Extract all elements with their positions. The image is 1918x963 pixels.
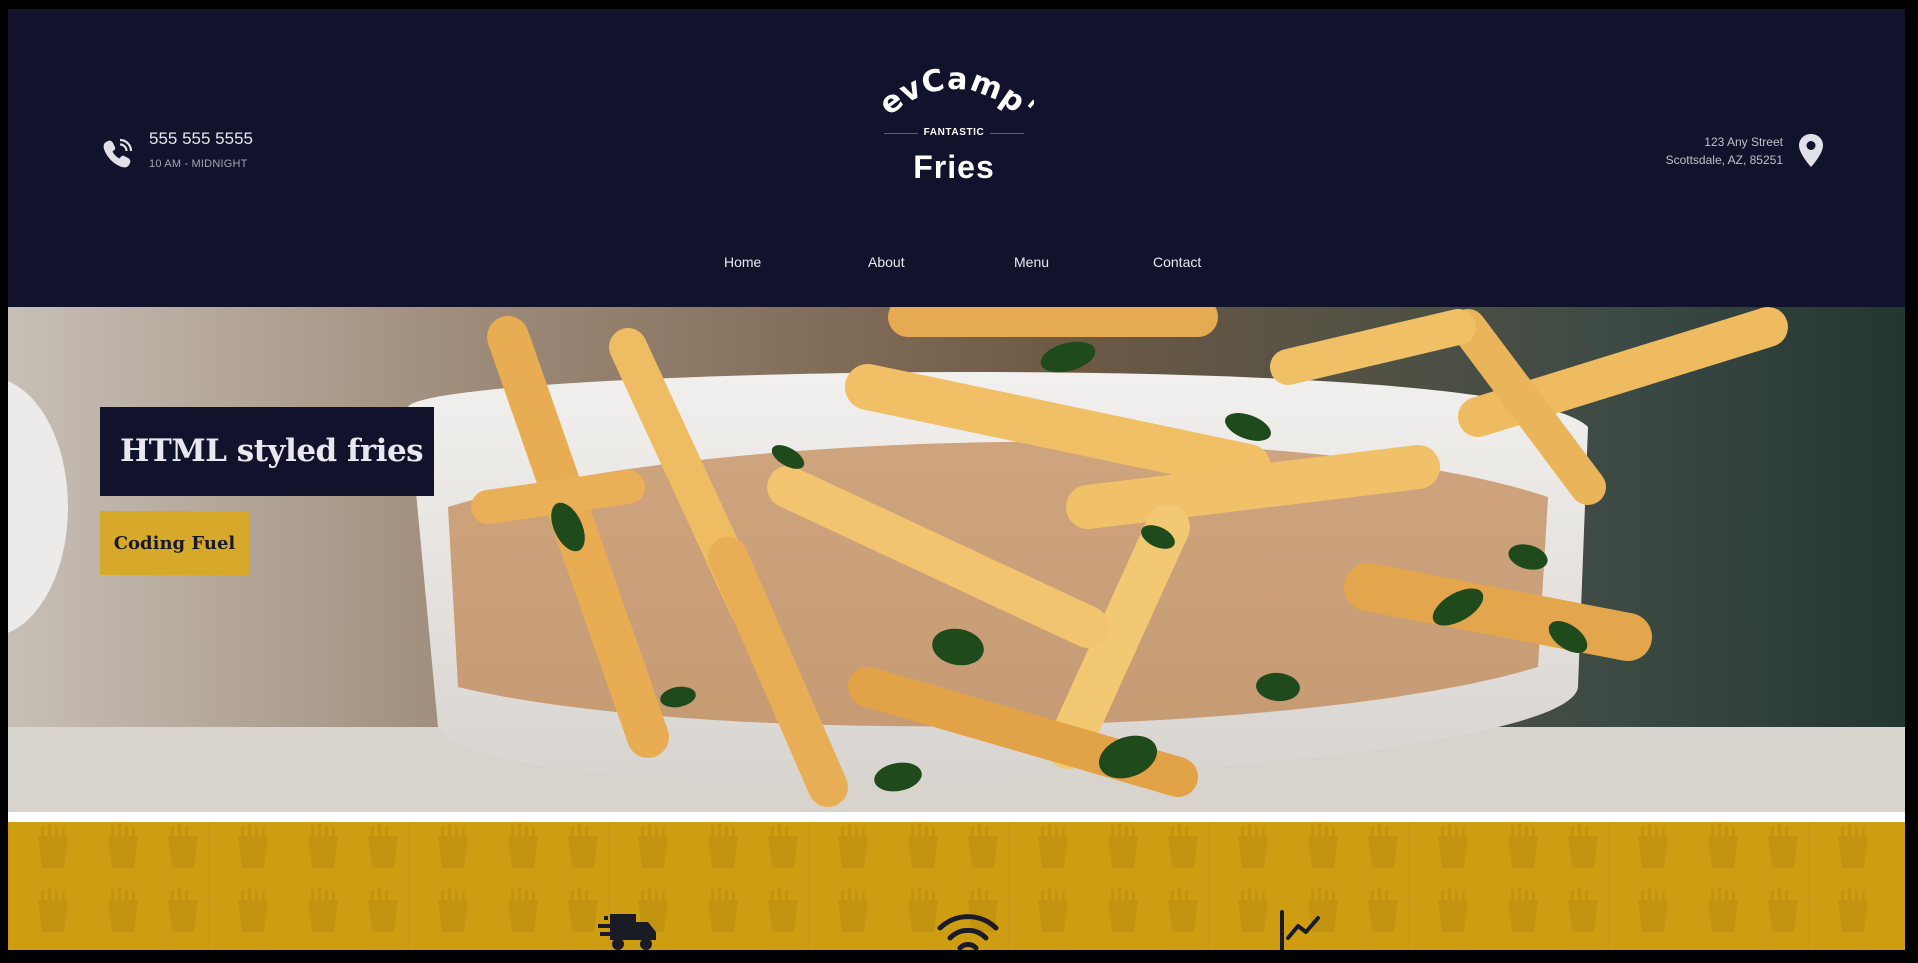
logo-product: Fries: [913, 149, 995, 185]
phone-number[interactable]: 555 555 5555: [149, 129, 253, 149]
logo-brand: DevCamp's: [874, 49, 1034, 127]
page: 555 555 5555 10 AM - MIDNIGHT DevCamp's …: [8, 9, 1905, 950]
address-contact: 123 Any Street Scottsdale, AZ, 85251: [1666, 133, 1825, 169]
features-band: [8, 822, 1905, 950]
nav-home[interactable]: Home: [724, 254, 761, 270]
address-city: Scottsdale, AZ, 85251: [1665, 153, 1783, 167]
delivery-truck-icon: [598, 914, 656, 950]
line-chart-icon: [1280, 910, 1320, 950]
phone-text: 555 555 5555 10 AM - MIDNIGHT: [149, 129, 253, 170]
hero-title: HTML styled fries: [120, 433, 424, 469]
hero-fries-image: [8, 307, 1905, 812]
hero-title-box: HTML styled fries: [100, 407, 434, 496]
svg-text:DevCamp's: DevCamp's: [874, 49, 1034, 127]
map-pin-icon: [1799, 134, 1823, 167]
business-hours: 10 AM - MIDNIGHT: [149, 158, 248, 170]
nav-contact[interactable]: Contact: [1153, 254, 1201, 270]
wifi-icon: [937, 914, 999, 950]
phone-contact: 555 555 5555 10 AM - MIDNIGHT: [100, 129, 253, 171]
hero-divider: [8, 812, 1905, 822]
logo-arc-text: DevCamp's: [874, 49, 1034, 127]
site-header: 555 555 5555 10 AM - MIDNIGHT DevCamp's …: [8, 9, 1905, 307]
site-logo[interactable]: DevCamp's FANTASTIC Fries: [874, 49, 1034, 199]
phone-icon: [103, 138, 133, 168]
nav-about[interactable]: About: [868, 254, 905, 270]
address-text: 123 Any Street Scottsdale, AZ, 85251: [1666, 133, 1783, 169]
main-nav: Home About Menu Contact: [8, 254, 1905, 278]
hero-section: HTML styled fries Coding Fuel: [8, 307, 1905, 812]
hero-cta-button[interactable]: Coding Fuel: [100, 511, 249, 575]
address-street: 123 Any Street: [1704, 135, 1783, 149]
logo-divider-right: [990, 133, 1024, 134]
nav-menu[interactable]: Menu: [1014, 254, 1049, 270]
